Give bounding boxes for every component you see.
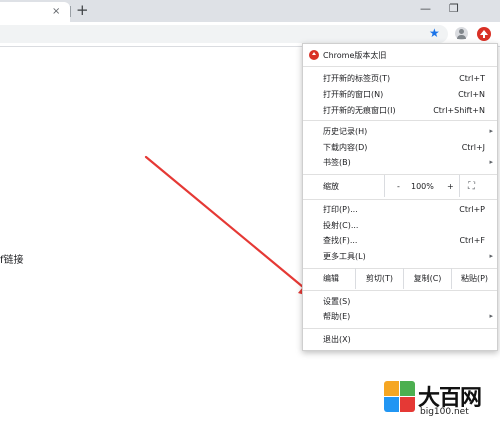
logo-tile (400, 381, 415, 396)
menu-item-edit: 编辑 剪切(T) 复制(C) 粘贴(P) (303, 268, 497, 289)
menu-divider (303, 174, 497, 175)
cast-label: 投射(C)... (323, 221, 359, 230)
submenu-arrow-icon: ▸ (489, 127, 493, 135)
submenu-arrow-icon: ▸ (489, 158, 493, 166)
logo-tile (400, 397, 415, 412)
watermark-url: big100.net (420, 407, 469, 417)
menu-divider (303, 199, 497, 200)
edit-label: 编辑 (323, 274, 339, 283)
menu-item-new-window[interactable]: 打开新的窗口(N) Ctrl+N (303, 87, 497, 102)
logo-tile (384, 397, 399, 412)
zoom-out-button[interactable]: - (397, 179, 400, 194)
menu-divider (303, 66, 497, 67)
new-tab-label: 打开新的标签页(T) (323, 74, 391, 83)
menu-divider (303, 290, 497, 291)
new-tab-shortcut: Ctrl+T (459, 74, 485, 83)
logo-tile (384, 381, 399, 396)
print-label: 打印(P)... (323, 205, 358, 214)
cut-button[interactable]: 剪切(T) (356, 271, 403, 286)
chrome-main-menu: Chrome版本太旧 打开新的标签页(T) Ctrl+T 打开新的窗口(N) C… (302, 43, 498, 351)
menu-item-downloads[interactable]: 下载内容(D) Ctrl+J (303, 140, 497, 155)
menu-item-zoom: 缩放 - 100% + ⛶ (303, 175, 497, 197)
help-label: 帮助(E) (323, 312, 351, 321)
zoom-divider (459, 175, 460, 197)
menu-item-cast[interactable]: 投射(C)... (303, 218, 497, 233)
update-badge-icon (309, 50, 319, 60)
exit-label: 退出(X) (323, 335, 351, 344)
copy-button[interactable]: 复制(C) (404, 271, 451, 286)
menu-item-more-tools[interactable]: 更多工具(L) ▸ (303, 249, 497, 264)
more-tools-label: 更多工具(L) (323, 252, 366, 261)
menu-item-exit[interactable]: 退出(X) (303, 332, 497, 347)
downloads-shortcut: Ctrl+J (461, 143, 485, 152)
menu-item-help[interactable]: 帮助(E) ▸ (303, 309, 497, 324)
menu-divider (303, 328, 497, 329)
menu-item-print[interactable]: 打印(P)... Ctrl+P (303, 202, 497, 217)
new-window-shortcut: Ctrl+N (458, 90, 485, 99)
find-label: 查找(F)... (323, 236, 358, 245)
menu-item-bookmarks[interactable]: 书签(B) ▸ (303, 155, 497, 170)
zoom-in-button[interactable]: + (447, 179, 454, 194)
zoom-divider (384, 175, 385, 197)
new-window-label: 打开新的窗口(N) (323, 90, 384, 99)
history-label: 历史记录(H) (323, 127, 368, 136)
zoom-label: 缩放 (323, 182, 339, 191)
menu-item-history[interactable]: 历史记录(H) ▸ (303, 124, 497, 139)
paste-button[interactable]: 粘贴(P) (452, 271, 497, 286)
menu-item-new-tab[interactable]: 打开新的标签页(T) Ctrl+T (303, 71, 497, 86)
submenu-arrow-icon: ▸ (489, 252, 493, 260)
print-shortcut: Ctrl+P (459, 205, 485, 214)
annotation-arrow-line (144, 155, 305, 289)
update-chrome-item[interactable]: Chrome版本太旧 (303, 48, 497, 63)
fullscreen-icon[interactable]: ⛶ (468, 179, 475, 194)
downloads-label: 下载内容(D) (323, 143, 368, 152)
incognito-shortcut: Ctrl+Shift+N (433, 106, 485, 115)
find-shortcut: Ctrl+F (459, 236, 485, 245)
menu-item-settings[interactable]: 设置(S) (303, 294, 497, 309)
zoom-level-value: 100% (411, 182, 434, 191)
menu-divider (303, 268, 497, 269)
submenu-arrow-icon: ▸ (489, 312, 493, 320)
update-chrome-label: Chrome版本太旧 (323, 51, 387, 60)
menu-item-find[interactable]: 查找(F)... Ctrl+F (303, 233, 497, 248)
menu-item-incognito[interactable]: 打开新的无痕窗口(I) Ctrl+Shift+N (303, 103, 497, 118)
incognito-label: 打开新的无痕窗口(I) (323, 106, 396, 115)
bookmarks-label: 书签(B) (323, 158, 351, 167)
settings-label: 设置(S) (323, 297, 351, 306)
menu-divider (303, 120, 497, 121)
